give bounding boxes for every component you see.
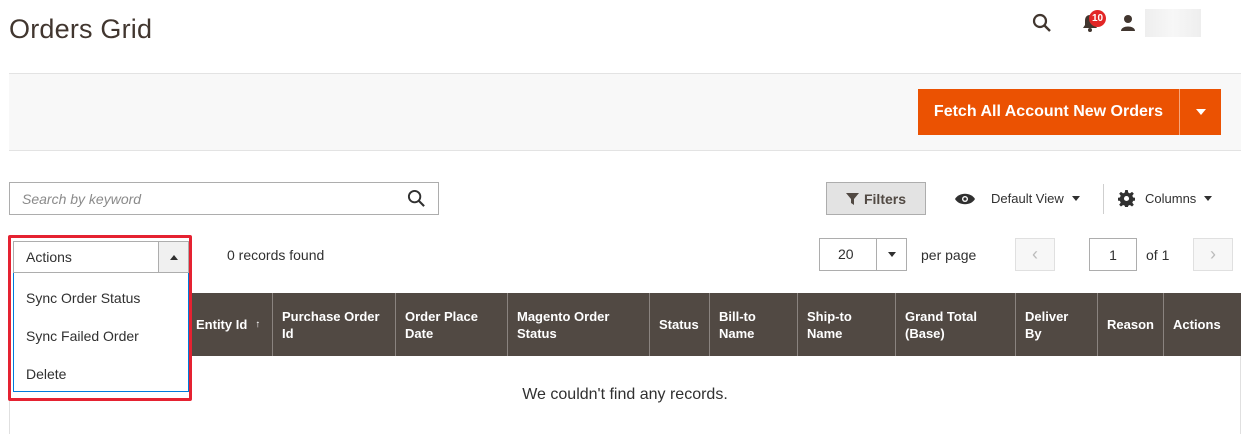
fetch-all-orders-button[interactable]: Fetch All Account New Orders — [917, 89, 1221, 135]
view-label: Default View — [991, 191, 1064, 206]
column-label: Ship-to Name — [807, 308, 852, 341]
current-page-input[interactable] — [1089, 238, 1137, 271]
column-label: Deliver By — [1025, 308, 1069, 341]
column-label: Bill-to Name — [719, 308, 756, 341]
column-label: Entity Id — [196, 317, 248, 332]
mass-actions-highlight: Actions Sync Order Status Sync Failed Or… — [8, 235, 192, 401]
sort-arrow-icon: ↑ — [255, 319, 261, 330]
grid-body: We couldn't find any records. — [9, 356, 1241, 434]
empty-grid-message: We couldn't find any records. — [522, 386, 728, 403]
header-actions: 10 — [1027, 8, 1201, 38]
column-header-reason[interactable]: Reason — [1097, 293, 1163, 356]
column-header-ship-to-name[interactable]: Ship-to Name — [797, 293, 895, 356]
chevron-right-icon: › — [1210, 244, 1216, 264]
column-header-bill-to-name[interactable]: Bill-to Name — [709, 293, 797, 356]
columns-selector[interactable]: Columns — [1118, 182, 1213, 215]
view-selector[interactable]: Default View — [955, 182, 1080, 215]
eye-icon — [955, 193, 975, 204]
caret-down-icon — [1195, 109, 1206, 115]
grid-header-row: Entity Id ↑ Purchase Order Id Order Plac… — [9, 293, 1241, 356]
mass-actions-menu: Sync Order Status Sync Failed Order Dele… — [13, 273, 189, 392]
mass-actions-label: Actions — [26, 249, 72, 265]
chevron-left-icon: ‹ — [1032, 244, 1038, 264]
fetch-all-orders-label: Fetch All Account New Orders — [933, 103, 1163, 120]
chevron-down-icon — [1071, 196, 1080, 201]
per-page-value: 20 — [838, 246, 854, 262]
user-name-redacted[interactable] — [1145, 9, 1201, 37]
per-page-label: per page — [921, 247, 977, 263]
page-title: Orders Grid — [9, 14, 153, 44]
notification-count-badge: 10 — [1089, 10, 1107, 27]
chevron-up-icon — [169, 254, 178, 260]
column-header-grand-total[interactable]: Grand Total (Base) — [895, 293, 1015, 356]
filters-label: Filters — [863, 190, 906, 207]
chevron-down-icon — [1204, 196, 1213, 201]
column-header-purchase-order-id[interactable]: Purchase Order Id — [272, 293, 395, 356]
user-account-icon[interactable] — [1117, 8, 1139, 38]
column-label: Order Place Date — [405, 308, 478, 341]
gear-icon — [1118, 190, 1135, 207]
column-header-magento-order-status[interactable]: Magento Order Status — [507, 293, 649, 356]
column-header-deliver-by[interactable]: Deliver By — [1015, 293, 1097, 356]
column-label: Magento Order Status — [517, 308, 610, 341]
column-label: Status — [659, 317, 699, 332]
next-page-button[interactable]: › — [1193, 238, 1233, 271]
column-header-status[interactable]: Status — [649, 293, 709, 356]
chevron-down-icon — [887, 252, 896, 257]
search-submit-icon[interactable] — [394, 183, 438, 214]
keyword-search — [9, 182, 439, 215]
menu-item-delete[interactable]: Delete — [14, 355, 188, 393]
menu-item-sync-failed-order[interactable]: Sync Failed Order — [14, 317, 188, 355]
previous-page-button[interactable]: ‹ — [1015, 238, 1055, 271]
toolbar-divider — [1103, 184, 1104, 214]
column-header-entity-id[interactable]: Entity Id ↑ — [186, 293, 272, 356]
column-label: Reason — [1107, 317, 1154, 332]
fetch-dropdown-toggle[interactable] — [1179, 89, 1221, 135]
column-header-actions[interactable]: Actions — [1163, 293, 1241, 356]
mass-actions-toggle[interactable] — [158, 242, 188, 272]
notifications-bell-icon[interactable]: 10 — [1075, 8, 1107, 38]
column-label: Purchase Order Id — [282, 308, 380, 341]
mass-actions-dropdown[interactable]: Actions — [13, 241, 189, 273]
records-count: 0 records found — [227, 247, 325, 263]
column-label: Actions — [1173, 317, 1221, 332]
search-input[interactable] — [10, 183, 394, 214]
column-header-order-place-date[interactable]: Order Place Date — [395, 293, 507, 356]
per-page-toggle[interactable] — [876, 239, 906, 270]
column-label: Grand Total (Base) — [905, 308, 977, 341]
filter-funnel-icon — [845, 192, 859, 205]
filters-button[interactable]: Filters — [826, 182, 926, 215]
columns-label: Columns — [1145, 191, 1197, 206]
global-search-icon[interactable] — [1027, 8, 1057, 38]
total-pages-label: of 1 — [1146, 247, 1170, 263]
page-action-bar: Fetch All Account New Orders — [9, 73, 1241, 151]
menu-item-sync-order-status[interactable]: Sync Order Status — [14, 279, 188, 317]
per-page-select[interactable]: 20 — [819, 238, 907, 271]
